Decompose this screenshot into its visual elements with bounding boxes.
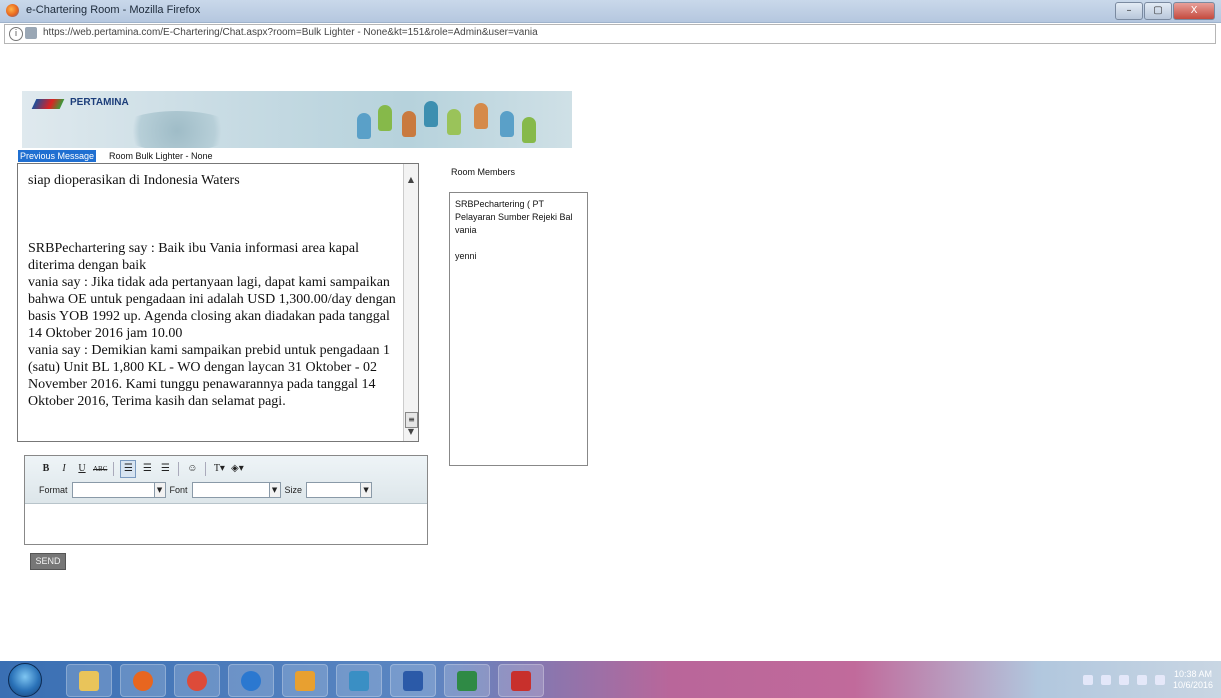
- toolbar-separator: [178, 462, 180, 476]
- toolbar-separator: [113, 462, 115, 476]
- italic-button[interactable]: I: [57, 461, 71, 477]
- chat-message: siap dioperasikan di Indonesia Waters: [28, 173, 240, 188]
- chevron-down-icon[interactable]: ▼: [268, 483, 280, 497]
- room-members-label: Room Members: [451, 167, 516, 177]
- start-button-icon[interactable]: [8, 663, 42, 697]
- scroll-up-icon[interactable]: ▲: [405, 174, 417, 186]
- chat-log[interactable]: siap dioperasikan di Indonesia Waters SR…: [17, 163, 419, 442]
- ie-taskbar-button[interactable]: [228, 664, 274, 697]
- editor-toolbar: B I U ABC ☰ ☰ ☰ ☺ T▾ ◈▾ Format ▼ Font ▼: [25, 456, 427, 504]
- member-item[interactable]: SRBPechartering ( PT Pelayaran Sumber Re…: [450, 198, 575, 224]
- format-select[interactable]: ▼: [71, 482, 166, 498]
- emoticon-icon[interactable]: ☺: [185, 461, 199, 477]
- font-select[interactable]: ▼: [191, 482, 281, 498]
- window-title-bar: e-Chartering Room - Mozilla Firefox – ▢ …: [0, 0, 1221, 23]
- address-bar[interactable]: i https://web.pertamina.com/E-Chartering…: [4, 24, 1216, 44]
- word-icon: [403, 671, 423, 691]
- close-button[interactable]: X: [1173, 2, 1215, 20]
- minimize-button[interactable]: –: [1115, 2, 1143, 20]
- globe-decoration: [117, 111, 237, 148]
- bold-button[interactable]: B: [39, 461, 53, 477]
- lock-icon[interactable]: [25, 27, 37, 39]
- people-figure-icon: [424, 101, 438, 127]
- acrobat-icon: [511, 671, 531, 691]
- info-icon[interactable]: i: [9, 27, 23, 41]
- chat-message: vania say : Demikian kami sampaikan preb…: [28, 343, 390, 409]
- flag-icon[interactable]: [1100, 675, 1111, 685]
- acrobat-taskbar-button[interactable]: [498, 664, 544, 697]
- chrome-taskbar-button[interactable]: [174, 664, 220, 697]
- book-icon: [349, 671, 369, 691]
- toolbar-separator: [205, 462, 207, 476]
- outlook-taskbar-button[interactable]: [282, 664, 328, 697]
- chrome-icon: [187, 671, 207, 691]
- people-figure-icon: [474, 103, 488, 129]
- chat-scrollbar[interactable]: ▲ ≡ ▼: [403, 164, 418, 441]
- network-icon[interactable]: [1136, 675, 1147, 685]
- align-center-icon[interactable]: ☰: [140, 461, 154, 477]
- text-color-icon[interactable]: T▾: [212, 461, 226, 477]
- previous-message-link[interactable]: Previous Message: [18, 150, 97, 162]
- volume-icon[interactable]: [1154, 675, 1165, 685]
- explorer-taskbar-button[interactable]: [66, 664, 112, 697]
- window-controls: – ▢ X: [1115, 2, 1215, 20]
- internet-explorer-icon: [241, 671, 261, 691]
- chat-messages: siap dioperasikan di Indonesia Waters SR…: [28, 172, 398, 410]
- chevron-down-icon[interactable]: ▼: [360, 483, 372, 497]
- align-left-icon[interactable]: ☰: [120, 460, 137, 478]
- pertamina-logo-icon: [31, 99, 65, 109]
- people-figure-icon: [447, 109, 461, 135]
- size-label: Size: [284, 485, 303, 495]
- system-clock[interactable]: 10:38 AM 10/6/2016: [1173, 669, 1213, 691]
- room-title: Room Bulk Lighter - None: [109, 151, 213, 161]
- format-label: Format: [39, 485, 68, 495]
- chat-message: SRBPechartering say : Baik ibu Vania inf…: [28, 241, 359, 273]
- chevron-down-icon[interactable]: ▼: [153, 483, 165, 497]
- people-figure-icon: [378, 105, 392, 131]
- scroll-down-icon[interactable]: ▼: [405, 426, 417, 438]
- underline-button[interactable]: U: [75, 461, 89, 477]
- people-figure-icon: [522, 117, 536, 143]
- word-taskbar-button[interactable]: [390, 664, 436, 697]
- people-figure-icon: [500, 111, 514, 137]
- maximize-button[interactable]: ▢: [1144, 2, 1172, 20]
- firefox-icon: [133, 671, 153, 691]
- folder-icon: [79, 671, 99, 691]
- chat-message: vania say : Jika tidak ada pertanyaan la…: [28, 275, 396, 341]
- people-figure-icon: [357, 113, 371, 139]
- highlight-color-icon[interactable]: ◈▾: [230, 461, 244, 477]
- font-label: Font: [169, 485, 188, 495]
- size-select[interactable]: ▼: [306, 482, 373, 498]
- send-button[interactable]: SEND: [30, 553, 66, 570]
- clock-time: 10:38 AM: [1173, 669, 1212, 679]
- member-item[interactable]: yenni: [450, 250, 575, 263]
- show-hidden-icon[interactable]: [1082, 675, 1093, 685]
- align-right-icon[interactable]: ☰: [158, 461, 172, 477]
- pertamina-banner: PERTAMINA: [22, 91, 572, 148]
- excel-icon: [457, 671, 477, 691]
- message-input[interactable]: [25, 504, 427, 544]
- message-editor: B I U ABC ☰ ☰ ☰ ☺ T▾ ◈▾ Format ▼ Font ▼: [24, 455, 428, 545]
- people-figure-icon: [402, 111, 416, 137]
- battery-icon[interactable]: [1118, 675, 1129, 685]
- app-taskbar-button[interactable]: [336, 664, 382, 697]
- excel-taskbar-button[interactable]: [444, 664, 490, 697]
- system-tray: 10:38 AM 10/6/2016: [1082, 665, 1213, 695]
- room-members-list[interactable]: SRBPechartering ( PT Pelayaran Sumber Re…: [449, 192, 588, 466]
- firefox-icon: [6, 4, 19, 17]
- firefox-taskbar-button[interactable]: [120, 664, 166, 697]
- outlook-icon: [295, 671, 315, 691]
- strikethrough-button[interactable]: ABC: [93, 461, 107, 477]
- member-item[interactable]: vania: [450, 224, 575, 237]
- window-title: e-Chartering Room - Mozilla Firefox: [26, 4, 201, 16]
- url-text[interactable]: https://web.pertamina.com/E-Chartering/C…: [43, 27, 538, 38]
- windows-taskbar: 10:38 AM 10/6/2016: [0, 661, 1221, 698]
- clock-date: 10/6/2016: [1172, 680, 1213, 690]
- pertamina-logo-text: PERTAMINA: [70, 97, 129, 108]
